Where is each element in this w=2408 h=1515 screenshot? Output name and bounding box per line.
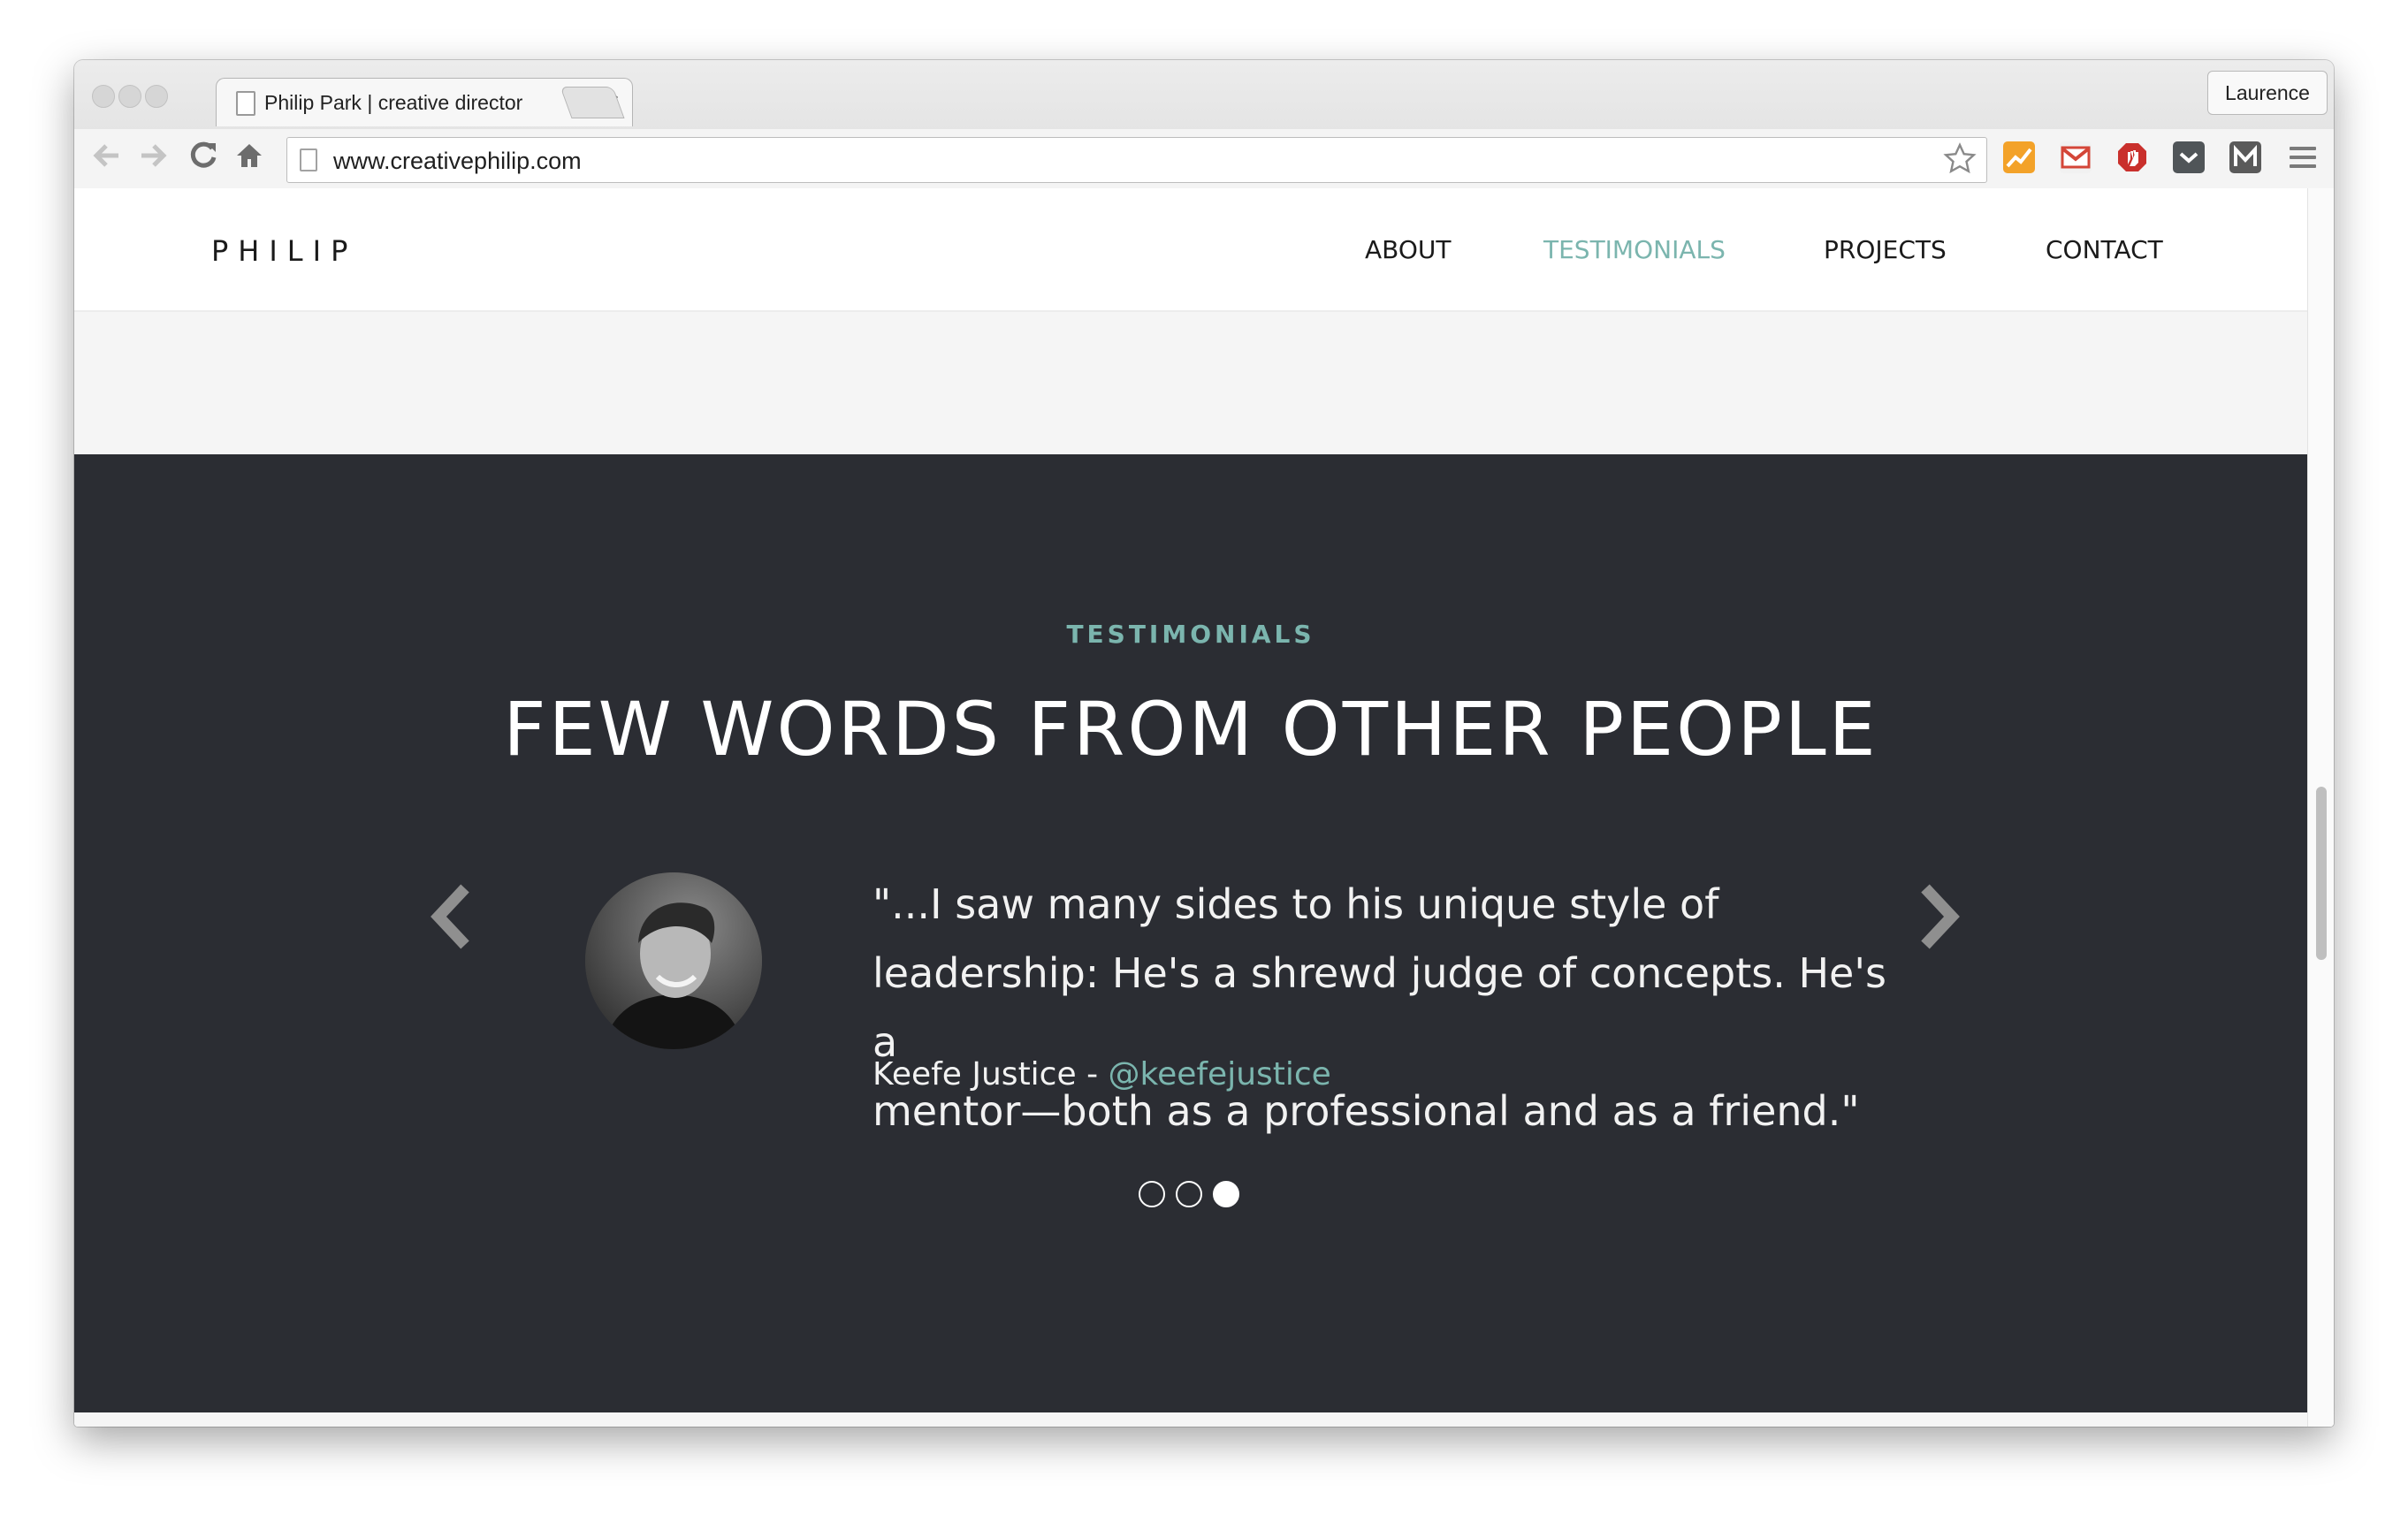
section-headline: FEW WORDS FROM OTHER PEOPLE xyxy=(503,686,1878,773)
back-icon[interactable] xyxy=(90,140,122,179)
nav-testimonials[interactable]: TESTIMONIALS xyxy=(1543,235,1726,264)
browser-chrome: Philip Park | creative director × Lauren… xyxy=(74,60,2334,189)
next-slide-button[interactable] xyxy=(1911,881,1964,952)
section-eyebrow: TESTIMONIALS xyxy=(1066,620,1315,649)
pocket-extension-icon[interactable] xyxy=(2173,141,2205,173)
page-viewport: PHILIP ABOUT TESTIMONIALS PROJECTS CONTA… xyxy=(74,188,2307,1427)
site-logo[interactable]: PHILIP xyxy=(211,234,357,268)
nav-contact[interactable]: CONTACT xyxy=(2046,235,2163,264)
site-header: PHILIP ABOUT TESTIMONIALS PROJECTS CONTA… xyxy=(74,188,2307,312)
author-separator: - xyxy=(1076,1056,1109,1092)
forward-icon[interactable] xyxy=(138,140,170,179)
url-text[interactable]: www.creativephilip.com xyxy=(333,148,582,175)
window-zoom-button[interactable] xyxy=(145,85,168,108)
gmail-extension-icon[interactable] xyxy=(2060,141,2092,173)
address-bar[interactable]: www.creativephilip.com xyxy=(286,137,1987,183)
quote-line: "...I saw many sides to his unique style… xyxy=(873,880,1719,928)
slide-dot-3[interactable] xyxy=(1213,1181,1239,1207)
tab-title: Philip Park | creative director xyxy=(264,91,523,114)
slide-dot-2[interactable] xyxy=(1176,1181,1202,1207)
author-handle-link[interactable]: @keefejustice xyxy=(1109,1056,1331,1092)
author-name: Keefe Justice xyxy=(873,1056,1077,1092)
browser-toolbar: www.creativephilip.com xyxy=(74,129,2334,188)
nav-about[interactable]: ABOUT xyxy=(1365,235,1452,264)
slide-dot-1[interactable] xyxy=(1139,1181,1165,1207)
nav-projects[interactable]: PROJECTS xyxy=(1824,235,1947,264)
page-icon xyxy=(236,91,255,116)
testimonial-author: Keefe Justice - @keefejustice xyxy=(873,1056,1331,1092)
hamburger-menu-icon[interactable] xyxy=(2290,147,2316,173)
browser-window: Philip Park | creative director × Lauren… xyxy=(74,60,2334,1427)
analytics-extension-icon[interactable] xyxy=(2003,141,2035,173)
profile-button[interactable]: Laurence xyxy=(2207,71,2328,115)
window-minimize-button[interactable] xyxy=(118,85,141,108)
chevron-right-icon xyxy=(1921,884,1960,949)
reload-icon[interactable] xyxy=(187,140,219,179)
testimonials-section: TESTIMONIALS FEW WORDS FROM OTHER PEOPLE xyxy=(74,454,2307,1412)
bookmark-star-icon[interactable] xyxy=(1942,141,1977,184)
prev-slide-button[interactable] xyxy=(426,881,479,952)
medium-extension-icon[interactable] xyxy=(2229,141,2261,173)
window-close-button[interactable] xyxy=(92,85,115,108)
home-icon[interactable] xyxy=(233,140,265,179)
testimonial-quote: "...I saw many sides to his unique style… xyxy=(873,870,1907,1146)
scrollbar-thumb[interactable] xyxy=(2316,787,2327,960)
adblock-extension-icon[interactable] xyxy=(2116,141,2148,173)
chevron-left-icon xyxy=(431,884,469,949)
new-tab-button[interactable] xyxy=(560,87,625,118)
author-avatar xyxy=(585,872,762,1049)
page-info-icon[interactable] xyxy=(300,148,317,171)
